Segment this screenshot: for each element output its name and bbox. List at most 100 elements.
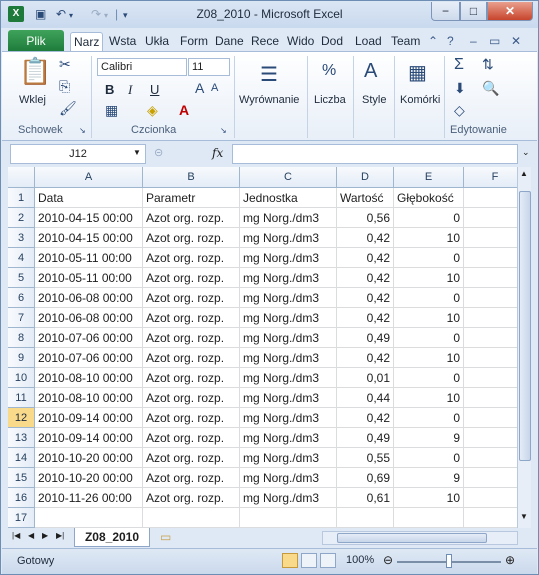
cell-e7[interactable]: 10 — [394, 308, 464, 328]
cell-e1[interactable]: Głębokość — [394, 188, 464, 208]
horizontal-scroll-thumb[interactable] — [337, 533, 487, 543]
cell-b12[interactable]: Azot org. rozp. — [143, 408, 240, 428]
cell-e4[interactable]: 0 — [394, 248, 464, 268]
cell-b11[interactable]: Azot org. rozp. — [143, 388, 240, 408]
insert-sheet-icon[interactable]: ▭ — [160, 530, 171, 544]
column-header-d[interactable]: D — [337, 167, 394, 188]
italic-button[interactable]: I — [128, 82, 132, 98]
formula-expand-icon[interactable]: ⊝ — [154, 146, 163, 159]
cell-b13[interactable]: Azot org. rozp. — [143, 428, 240, 448]
bold-button[interactable]: B — [105, 82, 114, 97]
cell-f2[interactable] — [464, 208, 517, 228]
styles-icon[interactable]: A — [364, 60, 377, 83]
cell-a7[interactable]: 2010-06-08 00:00 — [35, 308, 143, 328]
cell-c3[interactable]: mg Norg./dm3 — [240, 228, 337, 248]
cell-c2[interactable]: mg Norg./dm3 — [240, 208, 337, 228]
cell-a14[interactable]: 2010-10-20 00:00 — [35, 448, 143, 468]
cell-b3[interactable]: Azot org. rozp. — [143, 228, 240, 248]
cell-f11[interactable] — [464, 388, 517, 408]
cell-e14[interactable]: 0 — [394, 448, 464, 468]
cell-e15[interactable]: 9 — [394, 468, 464, 488]
scroll-up-icon[interactable]: ▲ — [520, 169, 528, 178]
maximize-button[interactable]: □ — [460, 2, 487, 21]
cut-icon[interactable]: ✂ — [59, 56, 71, 73]
cells-icon[interactable]: ▦ — [408, 60, 427, 85]
tab-review[interactable]: Rece — [248, 32, 282, 52]
cell-f9[interactable] — [464, 348, 517, 368]
cell-b1[interactable]: Parametr — [143, 188, 240, 208]
row-header[interactable]: 10 — [8, 368, 35, 388]
tab-addins[interactable]: Dod — [318, 32, 346, 52]
column-header-f[interactable]: F — [464, 167, 517, 188]
row-header[interactable]: 3 — [8, 228, 35, 248]
fill-icon[interactable]: ⬇ — [454, 80, 466, 97]
column-header-e[interactable]: E — [394, 167, 464, 188]
cell-d3[interactable]: 0,42 — [337, 228, 394, 248]
cell-a4[interactable]: 2010-05-11 00:00 — [35, 248, 143, 268]
workbook-close-icon[interactable]: ✕ — [511, 34, 521, 48]
cell-f16[interactable] — [464, 488, 517, 508]
borders-icon[interactable]: ▦ — [105, 102, 118, 119]
vertical-scrollbar[interactable]: ▲ ▼ — [517, 167, 531, 528]
row-header[interactable]: 14 — [8, 448, 35, 468]
prev-sheet-icon[interactable]: ◀ — [28, 531, 34, 540]
name-box[interactable]: J12 — [10, 144, 146, 164]
formula-input[interactable] — [232, 144, 518, 164]
cell-a13[interactable]: 2010-09-14 00:00 — [35, 428, 143, 448]
cell-a5[interactable]: 2010-05-11 00:00 — [35, 268, 143, 288]
insert-function-icon[interactable]: fx — [212, 146, 223, 160]
cell-d11[interactable]: 0,44 — [337, 388, 394, 408]
select-all-corner[interactable] — [8, 167, 35, 188]
column-header-c[interactable]: C — [240, 167, 337, 188]
cell-b2[interactable]: Azot org. rozp. — [143, 208, 240, 228]
cell-c4[interactable]: mg Norg./dm3 — [240, 248, 337, 268]
name-box-dropdown-icon[interactable]: ▼ — [133, 148, 141, 157]
row-header[interactable]: 5 — [8, 268, 35, 288]
alignment-button[interactable]: Wyrównanie — [239, 94, 299, 106]
next-sheet-icon[interactable]: ▶ — [42, 531, 48, 540]
close-button[interactable]: ✕ — [487, 2, 533, 21]
horizontal-scrollbar[interactable] — [322, 531, 518, 545]
cell-a11[interactable]: 2010-08-10 00:00 — [35, 388, 143, 408]
tab-file[interactable]: Plik — [8, 30, 64, 52]
cell-d13[interactable]: 0,49 — [337, 428, 394, 448]
cell-e9[interactable]: 10 — [394, 348, 464, 368]
row-header[interactable]: 1 — [8, 188, 35, 208]
cell-a17[interactable] — [35, 508, 143, 528]
number-button[interactable]: Liczba — [314, 94, 346, 106]
font-name-combo[interactable]: Calibri — [97, 58, 187, 76]
cell-e5[interactable]: 10 — [394, 268, 464, 288]
tab-insert[interactable]: Wsta — [106, 32, 139, 52]
help-icon[interactable]: ? — [447, 34, 454, 48]
cell-e12[interactable]: 0 — [394, 408, 464, 428]
cell-b6[interactable]: Azot org. rozp. — [143, 288, 240, 308]
cell-b15[interactable]: Azot org. rozp. — [143, 468, 240, 488]
cell-b14[interactable]: Azot org. rozp. — [143, 448, 240, 468]
cell-f3[interactable] — [464, 228, 517, 248]
cell-f15[interactable] — [464, 468, 517, 488]
alignment-icon[interactable]: ☰ — [260, 62, 278, 87]
cell-a8[interactable]: 2010-07-06 00:00 — [35, 328, 143, 348]
vertical-scroll-thumb[interactable] — [519, 191, 531, 461]
row-header[interactable]: 6 — [8, 288, 35, 308]
cell-d4[interactable]: 0,42 — [337, 248, 394, 268]
autosum-icon[interactable]: Σ — [454, 56, 464, 74]
cell-e8[interactable]: 0 — [394, 328, 464, 348]
tab-home[interactable]: Narz — [70, 32, 104, 52]
zoom-slider-knob[interactable] — [446, 554, 452, 568]
cell-c13[interactable]: mg Norg./dm3 — [240, 428, 337, 448]
tab-team[interactable]: Team — [388, 32, 423, 52]
styles-button[interactable]: Style — [362, 94, 386, 106]
format-painter-icon[interactable]: 🖌 — [59, 100, 77, 117]
minimize-ribbon-icon[interactable]: ⌃ — [428, 34, 438, 48]
cell-b5[interactable]: Azot org. rozp. — [143, 268, 240, 288]
cell-b8[interactable]: Azot org. rozp. — [143, 328, 240, 348]
workbook-minimize-icon[interactable]: – — [470, 34, 477, 48]
row-header[interactable]: 2 — [8, 208, 35, 228]
cell-b9[interactable]: Azot org. rozp. — [143, 348, 240, 368]
last-sheet-icon[interactable]: ▶| — [56, 531, 64, 540]
cell-e11[interactable]: 10 — [394, 388, 464, 408]
tab-page-layout[interactable]: Ukła — [142, 32, 172, 52]
cell-e3[interactable]: 10 — [394, 228, 464, 248]
expand-formula-bar-icon[interactable]: ⌄ — [522, 147, 530, 158]
